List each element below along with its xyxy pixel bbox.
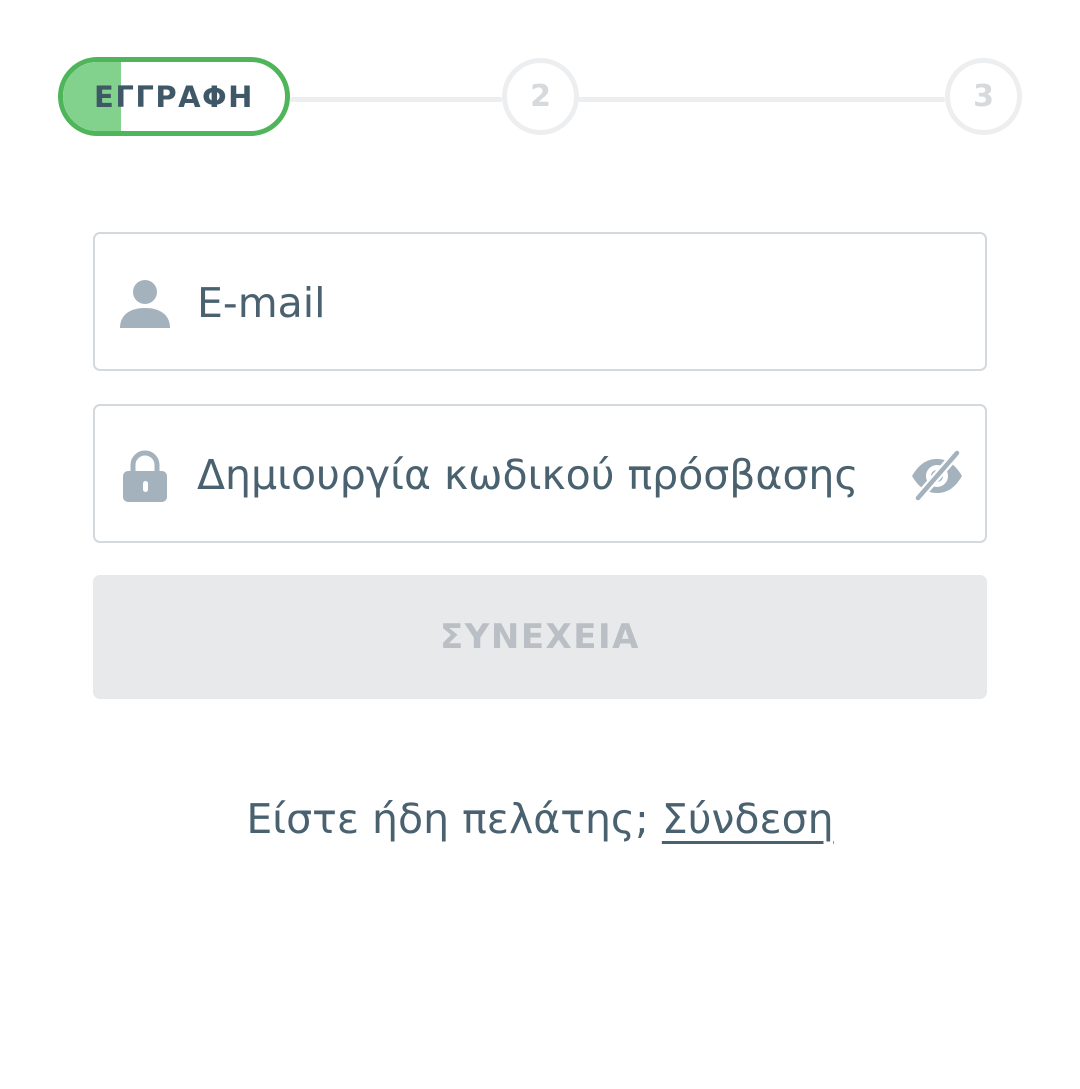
eye-slash-icon[interactable] (909, 448, 965, 504)
existing-customer-prompt: Είστε ήδη πελάτης; (246, 795, 662, 843)
email-field[interactable] (93, 232, 987, 371)
step-1-label: ΕΓΓΡΑΦΗ (94, 79, 254, 114)
step-3-indicator: 3 (945, 58, 1022, 135)
email-input[interactable] (197, 264, 897, 342)
step-connector (290, 97, 502, 102)
password-field[interactable] (93, 404, 987, 543)
user-icon (120, 280, 170, 328)
step-connector (578, 97, 945, 102)
step-1-registration: ΕΓΓΡΑΦΗ (58, 57, 290, 136)
continue-button[interactable]: ΣΥΝΕΧΕΙΑ (93, 575, 987, 699)
password-input[interactable] (197, 436, 897, 514)
login-link[interactable]: Σύνδεση (662, 795, 834, 843)
existing-customer-line: Είστε ήδη πελάτης; Σύνδεση (0, 795, 1080, 859)
lock-icon (123, 450, 167, 502)
registration-stepper: ΕΓΓΡΑΦΗ 2 3 (0, 0, 1080, 200)
step-2-indicator: 2 (502, 58, 579, 135)
